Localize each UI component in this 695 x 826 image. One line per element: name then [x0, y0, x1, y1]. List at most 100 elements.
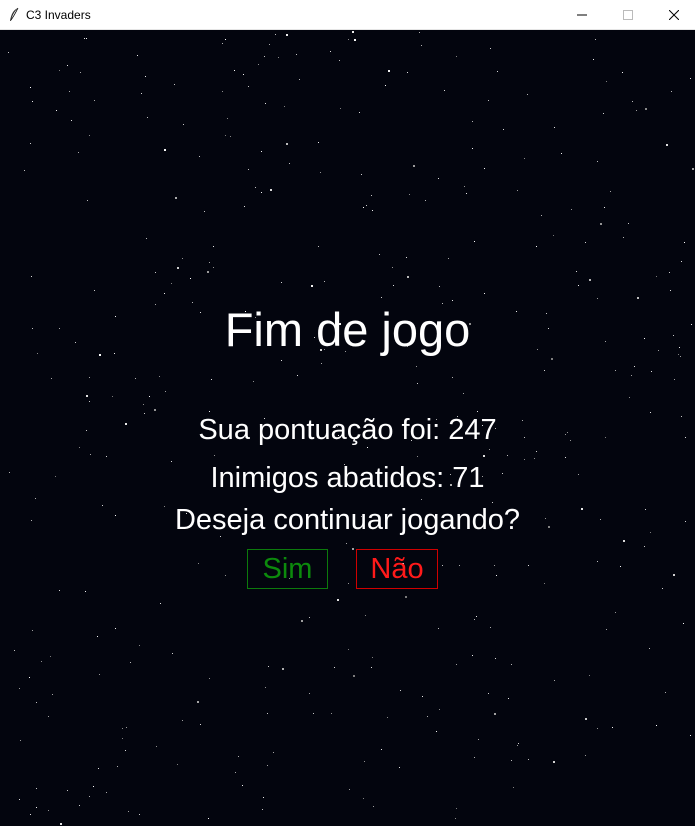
- star: [67, 65, 68, 66]
- star: [571, 209, 572, 210]
- star: [456, 56, 457, 57]
- star: [89, 135, 90, 136]
- star: [337, 599, 339, 601]
- star: [495, 658, 496, 659]
- star: [30, 814, 31, 815]
- star: [692, 168, 694, 170]
- star: [48, 810, 49, 811]
- star: [497, 71, 498, 72]
- star: [35, 498, 36, 499]
- star: [597, 561, 598, 562]
- star: [41, 661, 42, 662]
- star: [644, 546, 645, 547]
- star: [340, 108, 341, 109]
- star: [248, 169, 249, 170]
- star: [146, 238, 147, 239]
- star: [238, 756, 239, 757]
- no-button[interactable]: Não: [356, 549, 438, 589]
- star: [286, 34, 288, 36]
- star: [553, 235, 554, 236]
- star: [405, 596, 407, 598]
- star: [339, 60, 340, 61]
- star: [576, 271, 577, 272]
- star: [600, 223, 602, 225]
- star: [313, 713, 314, 714]
- star: [494, 565, 495, 566]
- star: [182, 720, 183, 721]
- star: [281, 360, 282, 361]
- star: [417, 456, 418, 457]
- star: [50, 656, 51, 657]
- star: [94, 290, 95, 291]
- star: [51, 378, 52, 379]
- star: [524, 459, 525, 460]
- star: [261, 151, 262, 152]
- star: [363, 207, 364, 208]
- close-button[interactable]: [651, 0, 695, 29]
- star: [48, 716, 49, 717]
- maximize-button[interactable]: [605, 0, 651, 29]
- star: [536, 451, 537, 452]
- star: [690, 735, 691, 736]
- star: [359, 112, 360, 113]
- star: [87, 200, 88, 201]
- star: [528, 759, 529, 760]
- star: [177, 764, 178, 765]
- star: [476, 616, 477, 617]
- star: [436, 731, 437, 732]
- star: [69, 91, 70, 92]
- star: [371, 195, 372, 196]
- star: [524, 158, 525, 159]
- star: [503, 129, 504, 130]
- star: [456, 664, 457, 665]
- star: [597, 161, 598, 162]
- star: [631, 375, 632, 376]
- star: [399, 767, 400, 768]
- star: [464, 186, 465, 187]
- star: [155, 272, 156, 273]
- minimize-icon: [577, 14, 587, 16]
- star: [381, 749, 382, 750]
- star: [269, 44, 270, 45]
- star: [628, 223, 629, 224]
- star: [421, 499, 422, 500]
- star: [139, 645, 140, 646]
- star: [364, 761, 365, 762]
- star: [352, 31, 354, 33]
- star: [421, 45, 422, 46]
- star: [32, 630, 33, 631]
- star: [565, 457, 566, 458]
- star: [60, 823, 62, 825]
- star: [149, 396, 150, 397]
- star: [407, 72, 408, 73]
- star: [409, 194, 410, 195]
- star: [89, 796, 90, 797]
- title-bar[interactable]: C3 Invaders: [0, 0, 695, 30]
- star: [122, 728, 123, 729]
- star: [346, 543, 347, 544]
- star: [190, 278, 191, 279]
- star: [597, 298, 598, 299]
- star: [406, 257, 407, 258]
- star: [106, 792, 107, 793]
- star: [30, 143, 31, 144]
- star: [392, 267, 393, 268]
- star: [348, 649, 349, 650]
- star: [373, 806, 374, 807]
- star: [112, 396, 113, 397]
- star: [248, 86, 249, 87]
- star: [365, 615, 366, 616]
- minimize-button[interactable]: [559, 0, 605, 29]
- star: [615, 612, 616, 613]
- star: [615, 370, 616, 371]
- star: [690, 78, 691, 79]
- star: [213, 246, 214, 247]
- star: [242, 785, 243, 786]
- star: [164, 293, 165, 294]
- yes-button[interactable]: Sim: [247, 549, 328, 589]
- continue-prompt: Deseja continuar jogando?: [174, 504, 521, 536]
- star: [610, 191, 611, 192]
- star: [438, 628, 439, 629]
- star: [94, 100, 95, 101]
- star: [483, 455, 485, 457]
